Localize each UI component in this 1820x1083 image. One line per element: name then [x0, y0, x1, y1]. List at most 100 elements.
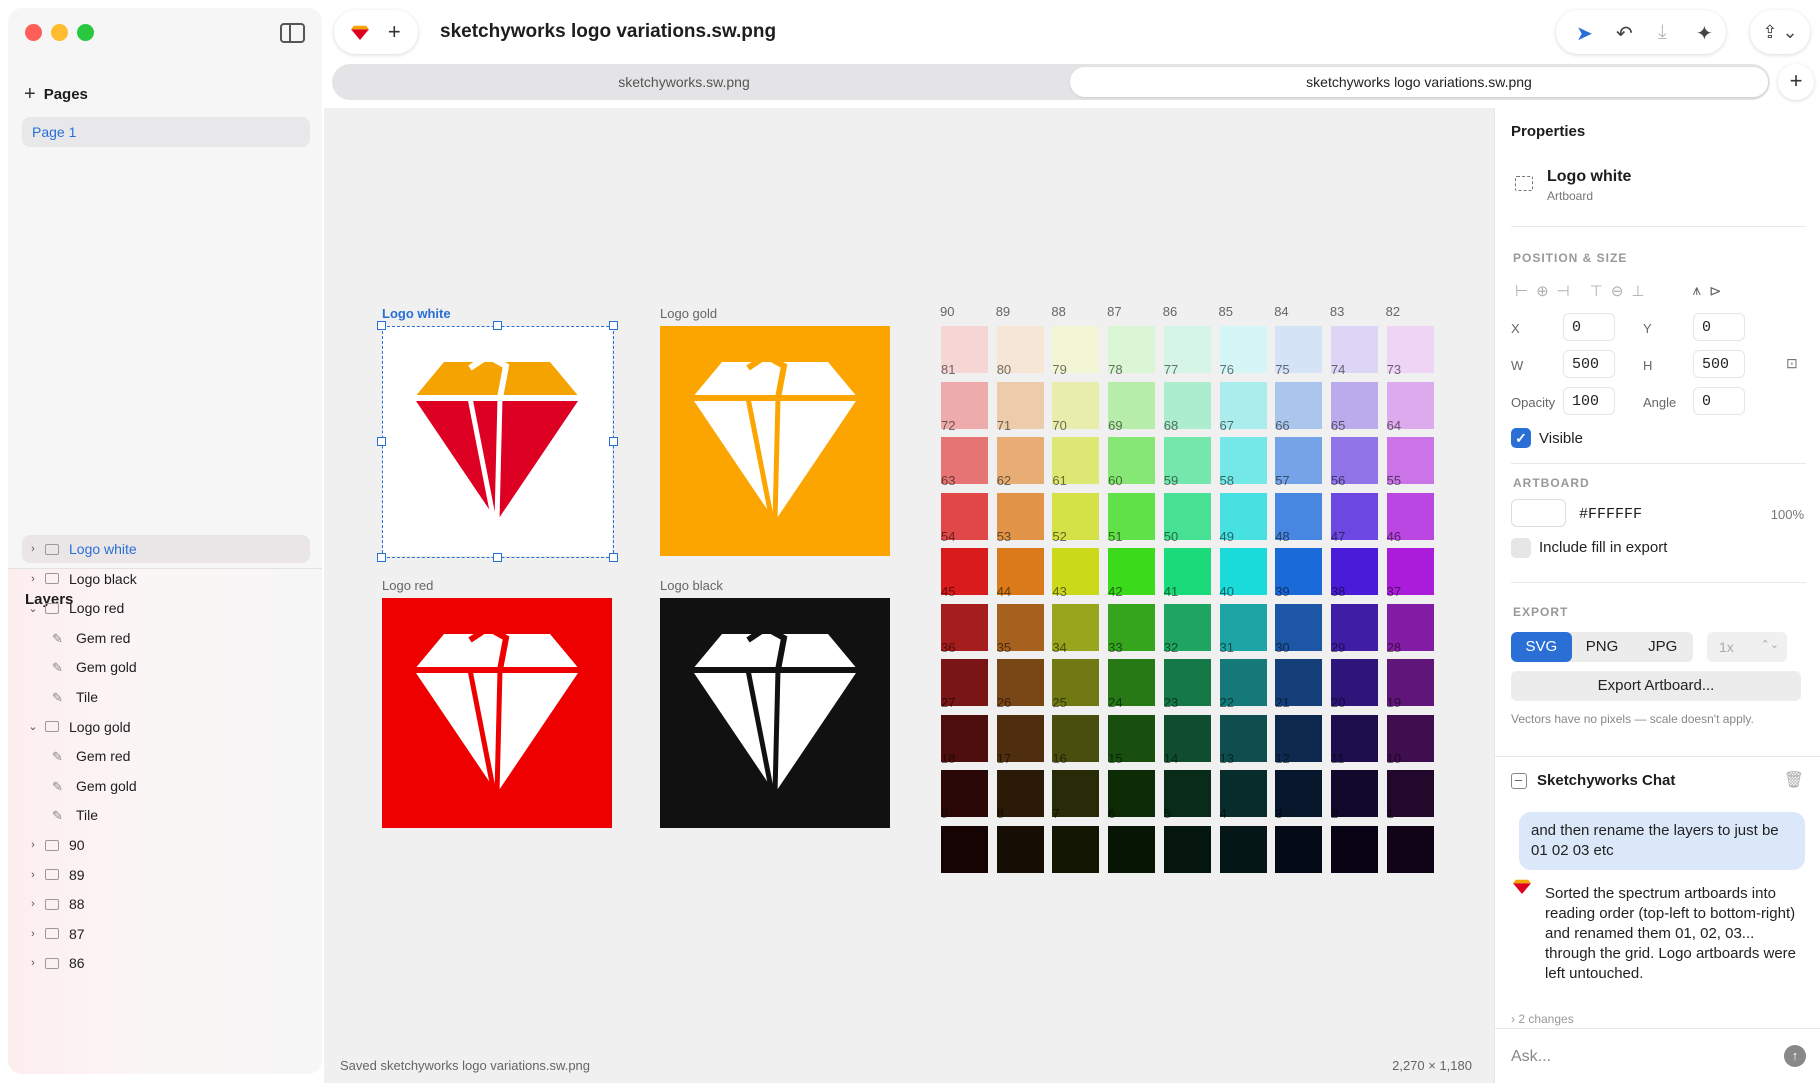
resize-handle[interactable]: [377, 553, 386, 562]
spectrum-swatch[interactable]: 27: [941, 659, 988, 710]
fill-hex[interactable]: #FFFFFF: [1579, 506, 1642, 523]
spectrum-swatch[interactable]: 37: [1386, 548, 1434, 599]
spectrum-swatch[interactable]: 44: [996, 548, 1044, 599]
export-artboard-button[interactable]: Export Artboard...: [1511, 671, 1801, 701]
spectrum-swatch[interactable]: 53: [996, 492, 1044, 544]
spectrum-swatch[interactable]: [1330, 825, 1378, 873]
logo-artboard[interactable]: [660, 598, 890, 828]
spectrum-swatch[interactable]: 4: [1219, 770, 1267, 821]
chevron-down-icon[interactable]: ⌄: [26, 602, 40, 615]
spectrum-swatch[interactable]: 36: [941, 603, 988, 655]
zoom-window-button[interactable]: [77, 24, 94, 41]
spectrum-swatch[interactable]: 29: [1330, 603, 1378, 655]
sketchyworks-logo-icon[interactable]: [351, 24, 370, 40]
chevron-right-icon[interactable]: ›: [26, 928, 40, 940]
h-field[interactable]: 500: [1693, 350, 1745, 378]
spectrum-swatch[interactable]: 54: [941, 492, 988, 544]
spectrum-swatch[interactable]: [996, 825, 1044, 873]
minimize-window-button[interactable]: [51, 24, 68, 41]
layer-item[interactable]: › 90: [22, 831, 310, 859]
spectrum-swatch[interactable]: 9: [941, 770, 988, 821]
spectrum-swatch[interactable]: 61: [1052, 437, 1100, 488]
spectrum-swatch[interactable]: [1386, 825, 1434, 873]
layer-item[interactable]: ✎ Tile: [22, 683, 310, 711]
undo-icon[interactable]: ↶: [1616, 21, 1633, 46]
layer-item[interactable]: › 86: [22, 949, 310, 977]
add-page-icon[interactable]: +: [24, 84, 36, 104]
canvas[interactable]: Logo white Logo gold Logo red Logo black 90…: [324, 108, 1494, 1083]
spectrum-swatch[interactable]: 21: [1275, 659, 1323, 710]
chevron-right-icon[interactable]: ›: [26, 573, 40, 585]
resize-handle[interactable]: [609, 437, 618, 446]
spectrum-swatch[interactable]: 64: [1386, 381, 1434, 433]
align-left-icon[interactable]: ⊢: [1515, 282, 1528, 302]
spectrum-swatch[interactable]: 63: [941, 437, 988, 488]
spectrum-swatch[interactable]: 67: [1219, 381, 1267, 433]
resize-handle[interactable]: [377, 437, 386, 446]
spectrum-swatch[interactable]: 26: [996, 659, 1044, 710]
logo-artboard[interactable]: [382, 598, 612, 828]
artboard-label[interactable]: Logo gold: [660, 306, 717, 321]
new-tab-icon[interactable]: +: [388, 19, 401, 45]
layer-item[interactable]: ⌄ Logo gold: [22, 713, 310, 741]
spectrum-swatch[interactable]: 73: [1386, 326, 1434, 377]
spectrum-swatch[interactable]: 43: [1052, 548, 1100, 599]
spectrum-swatch[interactable]: 78: [1108, 326, 1156, 377]
opacity-field[interactable]: 100: [1563, 387, 1615, 415]
resize-handle[interactable]: [493, 321, 502, 330]
spectrum-swatch[interactable]: 69: [1108, 381, 1156, 433]
visible-checkbox[interactable]: ✓: [1511, 428, 1531, 448]
spectrum-swatch[interactable]: 6: [1108, 770, 1156, 821]
spectrum-swatch[interactable]: 79: [1052, 326, 1100, 377]
layer-item[interactable]: ✎ Gem red: [22, 624, 310, 652]
close-window-button[interactable]: [25, 24, 42, 41]
spectrum-swatch[interactable]: 10: [1386, 714, 1434, 766]
spectrum-swatch[interactable]: 77: [1163, 326, 1211, 377]
spectrum-swatch[interactable]: 22: [1219, 659, 1267, 710]
chevron-down-icon[interactable]: ⌄: [26, 720, 40, 733]
spectrum-swatch[interactable]: 41: [1163, 548, 1211, 599]
spectrum-swatch[interactable]: 38: [1330, 548, 1378, 599]
spectrum-swatch[interactable]: 46: [1386, 492, 1434, 544]
logo-artboard[interactable]: [660, 326, 890, 556]
spectrum-swatch[interactable]: 8: [996, 770, 1044, 821]
spectrum-swatch[interactable]: 15: [1108, 714, 1156, 766]
spectrum-swatch[interactable]: 55: [1386, 437, 1434, 488]
spectrum-swatch[interactable]: [1052, 825, 1100, 873]
spectrum-swatch[interactable]: [1163, 825, 1211, 873]
spectrum-swatch[interactable]: 13: [1219, 714, 1267, 766]
spectrum-swatch[interactable]: 7: [1052, 770, 1100, 821]
align-center-icon[interactable]: ⊕: [1536, 282, 1549, 302]
scale-select[interactable]: 1x: [1707, 632, 1787, 662]
trash-icon[interactable]: 🗑: [1784, 770, 1804, 790]
spectrum-swatch[interactable]: 11: [1330, 714, 1378, 766]
spectrum-swatch[interactable]: 31: [1219, 603, 1267, 655]
chat-input[interactable]: Ask...: [1511, 1048, 1551, 1066]
spectrum-swatch[interactable]: 25: [1052, 659, 1100, 710]
chevron-right-icon[interactable]: ›: [26, 839, 40, 851]
sidebar-toggle-icon[interactable]: [280, 23, 305, 43]
resize-handle[interactable]: [377, 321, 386, 330]
spectrum-swatch[interactable]: 75: [1275, 326, 1323, 377]
align-right-icon[interactable]: ⊣: [1557, 282, 1570, 302]
spectrum-swatch[interactable]: 2: [1330, 770, 1378, 821]
spectrum-swatch[interactable]: 3: [1275, 770, 1323, 821]
spectrum-swatch[interactable]: 16: [1052, 714, 1100, 766]
spectrum-swatch[interactable]: 17: [996, 714, 1044, 766]
spectrum-swatch[interactable]: 51: [1108, 492, 1156, 544]
chevron-right-icon[interactable]: ›: [26, 543, 40, 555]
w-field[interactable]: 500: [1563, 350, 1615, 378]
spectrum-swatch[interactable]: [1108, 825, 1156, 873]
spectrum-swatch[interactable]: 45: [941, 548, 988, 599]
resize-handle[interactable]: [609, 321, 618, 330]
collapse-chat-icon[interactable]: [1511, 772, 1527, 789]
format-png[interactable]: PNG: [1572, 632, 1633, 662]
spectrum-swatch[interactable]: 50: [1163, 492, 1211, 544]
spectrum-swatch[interactable]: 57: [1275, 437, 1323, 488]
align-middle-icon[interactable]: ⊖: [1611, 282, 1624, 302]
layer-item[interactable]: › 87: [22, 920, 310, 948]
spectrum-swatch[interactable]: 34: [1052, 603, 1100, 655]
flip-vertical-icon[interactable]: ⩚: [1692, 282, 1700, 302]
spectrum-swatch[interactable]: [1219, 825, 1267, 873]
spectrum-swatch[interactable]: 81: [941, 326, 988, 377]
